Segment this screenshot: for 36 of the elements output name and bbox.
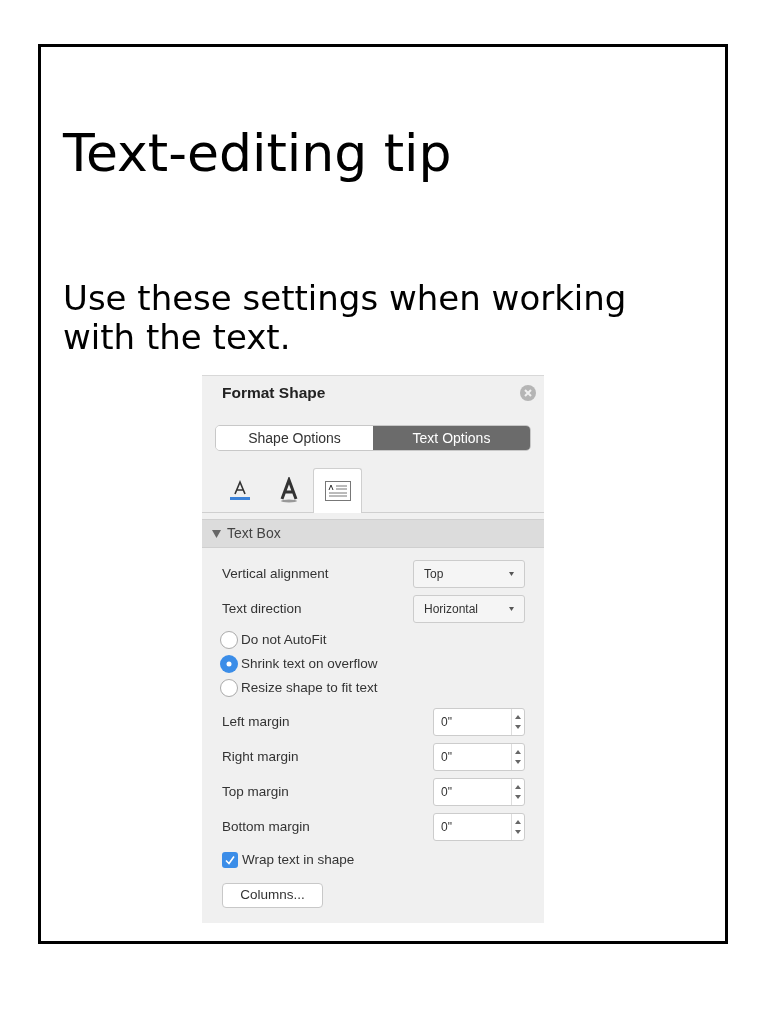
spinner-arrows-icon[interactable] bbox=[511, 814, 524, 840]
field-label: Top margin bbox=[222, 782, 289, 801]
dropdown[interactable]: Horizontal bbox=[413, 595, 525, 623]
field-label: Right margin bbox=[222, 747, 299, 766]
field-label: Vertical alignment bbox=[222, 564, 329, 583]
option-label: Resize shape to fit text bbox=[241, 678, 378, 697]
field-label: Text direction bbox=[222, 599, 302, 618]
spinner-field[interactable]: 0" bbox=[433, 813, 525, 841]
spinner-field[interactable]: 0" bbox=[433, 743, 525, 771]
dropdown[interactable]: Top bbox=[413, 560, 525, 588]
spinner-field[interactable]: 0" bbox=[433, 778, 525, 806]
field-label: Bottom margin bbox=[222, 817, 310, 836]
spinner-arrows-icon[interactable] bbox=[511, 744, 524, 770]
segment-tab[interactable]: Shape Options bbox=[216, 426, 373, 450]
panel-title: Format Shape bbox=[222, 383, 326, 404]
option-label: Do not AutoFit bbox=[241, 630, 327, 649]
spinner-field[interactable]: 0" bbox=[433, 708, 525, 736]
dropdown-caret-icon bbox=[509, 607, 514, 611]
slide-title: Text-editing tip bbox=[63, 122, 452, 185]
checkbox[interactable] bbox=[222, 852, 238, 868]
section-header[interactable]: Text Box bbox=[202, 519, 544, 548]
text-box-icon bbox=[324, 481, 351, 501]
spinner-arrows-icon[interactable] bbox=[511, 709, 524, 735]
columns-button[interactable]: Columns... bbox=[222, 883, 323, 908]
checkbox-label: Wrap text in shape bbox=[242, 850, 355, 869]
text-fill-icon bbox=[228, 478, 251, 502]
segment-tab[interactable]: Text Options bbox=[373, 426, 530, 450]
radio-button[interactable] bbox=[220, 631, 238, 649]
option-label: Shrink text on overflow bbox=[241, 654, 378, 673]
section-label: Text Box bbox=[227, 524, 281, 543]
slide-body-text: Use these settings when working with the text. bbox=[63, 279, 628, 357]
dropdown-caret-icon bbox=[509, 572, 514, 576]
radio-button[interactable] bbox=[220, 679, 238, 697]
radio-selected[interactable] bbox=[220, 655, 238, 673]
spinner-arrows-icon[interactable] bbox=[511, 779, 524, 805]
field-label: Left margin bbox=[222, 712, 290, 731]
